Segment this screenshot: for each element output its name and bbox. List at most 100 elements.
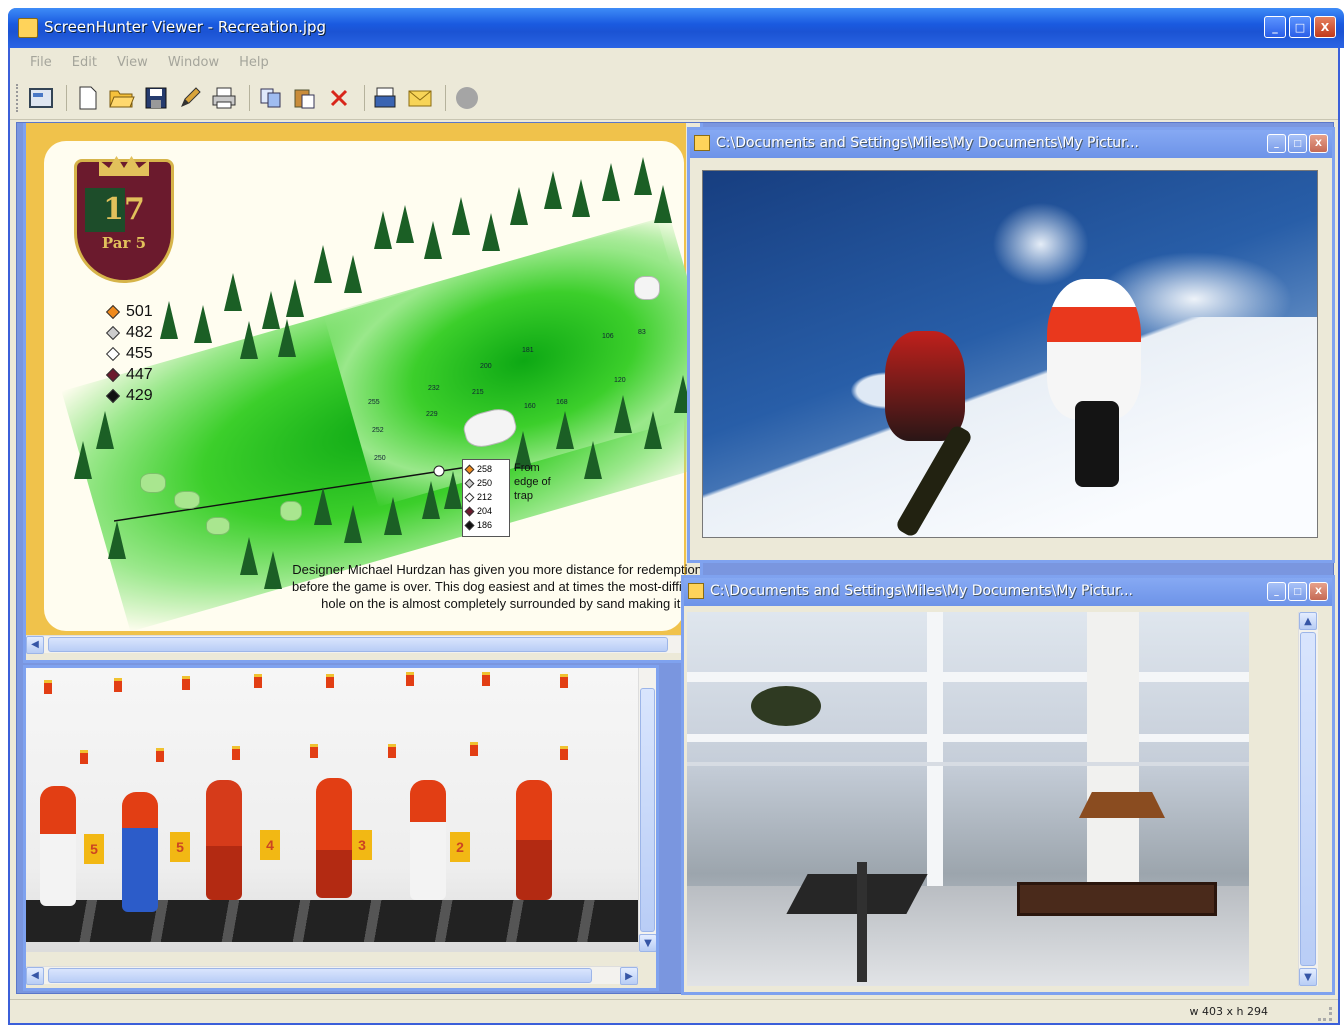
tee-yardage: 501 [105, 301, 153, 322]
child-title: C:\Documents and Settings\Miles\My Docum… [710, 583, 1133, 599]
trap-distance: 258 [477, 464, 493, 474]
tee-yardage: 447 [105, 364, 153, 385]
target-number: 4 [260, 830, 280, 860]
course-mark: 181 [522, 347, 534, 354]
vertical-scrollbar[interactable]: ▼ [638, 668, 656, 952]
mdi-workspace: 106 83 181 120 200 232 215 255 252 229 2… [16, 122, 1335, 995]
close-button[interactable]: X [1309, 582, 1328, 601]
child-title: C:\Documents and Settings\Miles\My Docum… [716, 135, 1139, 151]
stop-icon[interactable] [452, 83, 482, 113]
tee-yardage: 429 [105, 385, 153, 406]
scroll-down-icon[interactable]: ▼ [639, 934, 656, 952]
vertical-scrollbar[interactable]: ▲ ▼ [1298, 612, 1318, 986]
scroll-thumb[interactable] [1300, 632, 1316, 966]
toolbar-separator [364, 84, 365, 111]
menu-bar: File Edit View Window Help [10, 48, 1338, 76]
close-button[interactable]: X [1309, 134, 1328, 153]
tee-yardage: 482 [105, 322, 153, 343]
menu-view[interactable]: View [107, 55, 158, 70]
menu-help[interactable]: Help [229, 55, 279, 70]
minimize-button[interactable]: _ [1267, 134, 1286, 153]
minimize-button[interactable]: _ [1264, 16, 1286, 38]
golf-image-window: 106 83 181 120 200 232 215 255 252 229 2… [23, 123, 703, 663]
scroll-down-icon[interactable]: ▼ [1299, 968, 1317, 986]
thumbnail-icon[interactable] [26, 83, 56, 113]
child-title-bar[interactable]: C:\Documents and Settings\Miles\My Docum… [684, 578, 1332, 606]
image-icon [694, 135, 710, 151]
trap-label: From edge of trap [514, 462, 551, 502]
course-mark: 120 [614, 377, 626, 384]
delete-icon[interactable] [324, 83, 354, 113]
paste-icon[interactable] [290, 83, 320, 113]
app-window: ScreenHunter Viewer - Recreation.jpg _ □… [8, 8, 1344, 1025]
target-number: 2 [450, 832, 470, 862]
target-number: 5 [84, 834, 104, 864]
target-number: 3 [352, 830, 372, 860]
window-title: ScreenHunter Viewer - Recreation.jpg [44, 18, 327, 36]
copy-icon[interactable] [256, 83, 286, 113]
open-icon[interactable] [107, 83, 137, 113]
new-icon[interactable] [73, 83, 103, 113]
scroll-left-icon[interactable]: ◀ [26, 966, 44, 985]
tee-yardage-list: 501 482 455 447 429 [105, 301, 153, 406]
hole-number: 17 [103, 192, 145, 227]
trap-distance: 250 [477, 478, 493, 488]
save-icon[interactable] [141, 83, 171, 113]
horizontal-scrollbar[interactable]: ◀ ▶ [26, 966, 638, 985]
course-mark: 252 [372, 427, 384, 434]
target-number: 5 [170, 832, 190, 862]
scroll-thumb[interactable] [640, 688, 655, 932]
trap-distance: 204 [477, 506, 493, 516]
maximize-button[interactable]: □ [1289, 16, 1311, 38]
status-bar: w 403 x h 294 [10, 999, 1338, 1023]
course-mark: 160 [524, 403, 536, 410]
toolbar-separator [66, 84, 67, 111]
minimize-button[interactable]: _ [1267, 582, 1286, 601]
scroll-left-icon[interactable]: ◀ [26, 635, 44, 654]
trap-distance: 186 [477, 520, 493, 530]
course-mark: 83 [638, 329, 646, 336]
course-mark: 255 [368, 399, 380, 406]
toolbar [10, 76, 1338, 120]
print-icon[interactable] [209, 83, 239, 113]
menu-file[interactable]: File [20, 55, 62, 70]
toolbar-separator [249, 84, 250, 111]
horizontal-scrollbar[interactable]: ◀ [26, 635, 700, 654]
scan-icon[interactable] [371, 83, 401, 113]
toolbar-separator [445, 84, 446, 111]
close-button[interactable]: X [1314, 16, 1336, 38]
course-mark: 200 [480, 363, 492, 370]
golf-image: 106 83 181 120 200 232 215 255 252 229 2… [26, 123, 702, 635]
resize-grip-icon[interactable] [1318, 1007, 1332, 1021]
scroll-up-icon[interactable]: ▲ [1299, 612, 1317, 630]
maximize-button[interactable]: □ [1288, 134, 1307, 153]
scroll-right-icon[interactable]: ▶ [620, 967, 638, 985]
image-size-readout: w 403 x h 294 [1189, 1005, 1268, 1018]
menu-window[interactable]: Window [158, 55, 229, 70]
biathlon-image: 5 5 4 3 2 [26, 668, 638, 952]
edit-icon[interactable] [175, 83, 205, 113]
course-mark: 229 [426, 411, 438, 418]
menu-edit[interactable]: Edit [62, 55, 107, 70]
email-icon[interactable] [405, 83, 435, 113]
scroll-thumb[interactable] [48, 968, 592, 983]
scroll-thumb[interactable] [48, 637, 668, 652]
sunroom-image [687, 612, 1249, 986]
course-mark: 168 [556, 399, 568, 406]
course-mark: 215 [472, 389, 484, 396]
maximize-button[interactable]: □ [1288, 582, 1307, 601]
toolbar-grip[interactable] [16, 83, 20, 112]
hole-par: Par 5 [101, 234, 147, 252]
hole-description: Designer Michael Hurdzan has given you m… [292, 562, 702, 611]
course-mark: 232 [428, 385, 440, 392]
child-title-bar[interactable]: C:\Documents and Settings\Miles\My Docum… [690, 130, 1332, 158]
sunroom-image-window: C:\Documents and Settings\Miles\My Docum… [681, 575, 1335, 995]
title-bar[interactable]: ScreenHunter Viewer - Recreation.jpg _ □… [8, 8, 1344, 48]
trap-distance-box: 258 250 212 204 186 [462, 459, 510, 537]
snowboard-image-window: C:\Documents and Settings\Miles\My Docum… [687, 127, 1335, 563]
snowboard-image [702, 170, 1318, 539]
trap-distance: 212 [477, 492, 493, 502]
image-icon [688, 583, 704, 599]
tee-yardage: 455 [105, 343, 153, 364]
hole-crest-logo: 17 Par 5 [74, 156, 174, 283]
